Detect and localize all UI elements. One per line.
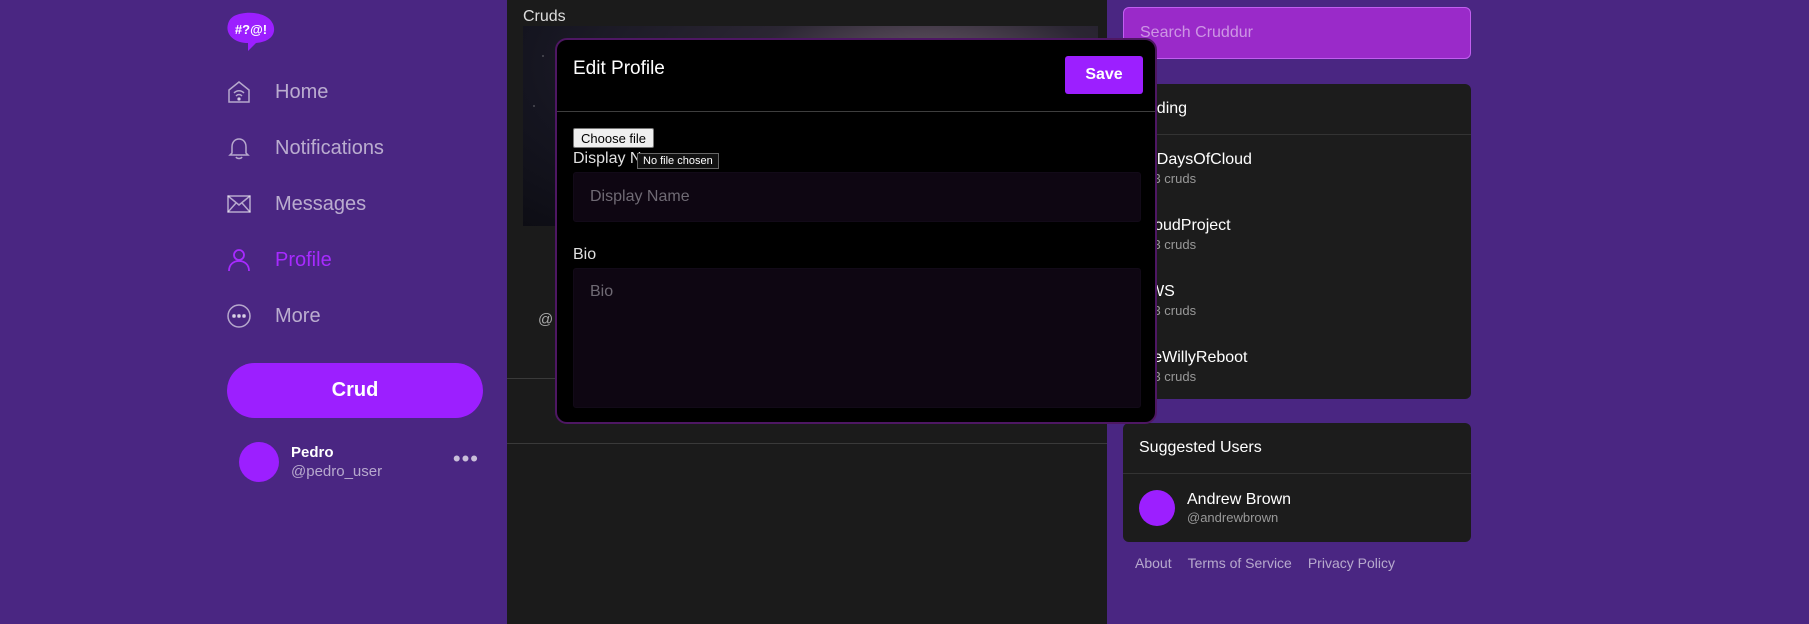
file-tooltip: No file chosen <box>637 153 719 169</box>
crud-button[interactable]: Crud <box>227 363 483 418</box>
logo-text: #?@! <box>235 22 267 37</box>
nav-label-profile: Profile <box>275 248 332 271</box>
suggested-user-name: Andrew Brown <box>1187 491 1292 508</box>
trending-item-count: 753 cruds <box>1139 369 1197 384</box>
display-name-label: Display N <box>573 150 642 167</box>
trending-item[interactable]: CloudProject 253 cruds <box>1123 201 1471 267</box>
bio-field[interactable] <box>573 268 1141 408</box>
user-icon <box>228 249 250 272</box>
trending-item[interactable]: reeWillyReboot 753 cruds <box>1123 333 1471 399</box>
trending-title: ending <box>1123 84 1471 135</box>
suggested-users-panel: Suggested Users Andrew Brown @andrewbrow… <box>1123 423 1471 542</box>
suggested-user-handle: @andrewbrown <box>1187 510 1279 525</box>
suggested-users-title: Suggested Users <box>1123 423 1471 474</box>
logo-icon[interactable]: #?@! <box>226 12 276 52</box>
trending-item-name: AWS <box>1139 283 1455 301</box>
trending-item-name: 00DaysOfCloud <box>1139 151 1252 168</box>
nav-item-profile[interactable]: Profile <box>226 242 332 278</box>
search-input[interactable] <box>1123 7 1471 59</box>
edit-profile-modal: Edit Profile Save Choose file Display N … <box>555 38 1157 424</box>
trending-item-name: reeWillyReboot <box>1139 349 1248 366</box>
footer-links: About Terms of Service Privacy Policy <box>1135 555 1395 571</box>
suggested-user[interactable]: Andrew Brown @andrewbrown <box>1123 474 1471 542</box>
user-more-menu-icon[interactable]: ••• <box>453 446 479 472</box>
feed-title: Cruds <box>523 8 566 25</box>
nav-label-notifications: Notifications <box>275 136 384 159</box>
home-icon <box>228 81 250 103</box>
nav-label-more: More <box>275 304 321 327</box>
bell-icon <box>228 138 250 160</box>
bio-label: Bio <box>573 246 597 263</box>
trending-item-count: 053 cruds <box>1139 171 1197 186</box>
mail-icon <box>227 195 251 213</box>
trending-item-count: 253 cruds <box>1139 237 1197 252</box>
profile-handle-fragment: @ <box>538 311 554 328</box>
user-handle: @pedro_user <box>291 463 383 480</box>
display-name-field[interactable] <box>573 172 1141 222</box>
current-user-card[interactable]: Pedro @pedro_user ••• <box>239 442 479 484</box>
divider <box>507 443 1107 444</box>
trending-item-name: CloudProject <box>1139 217 1231 234</box>
nav-label-messages: Messages <box>275 192 367 215</box>
nav-label-home: Home <box>275 80 329 103</box>
footer-link-privacy[interactable]: Privacy Policy <box>1308 555 1395 571</box>
nav-item-messages[interactable]: Messages <box>226 186 366 222</box>
trending-item[interactable]: 00DaysOfCloud 053 cruds <box>1123 135 1471 201</box>
trending-item[interactable]: AWS 053 cruds <box>1123 267 1471 333</box>
trending-panel: ending 00DaysOfCloud 053 cruds CloudProj… <box>1123 84 1471 399</box>
modal-title: Edit Profile <box>573 58 665 79</box>
nav-item-home[interactable]: Home <box>226 74 328 110</box>
more-circle-icon <box>227 304 251 328</box>
left-navigation: #?@! Home Notifications Messages Profile <box>0 0 507 624</box>
choose-file-button[interactable]: Choose file <box>573 128 655 148</box>
save-button[interactable]: Save <box>1065 56 1143 94</box>
nav-item-notifications[interactable]: Notifications <box>226 130 384 166</box>
footer-link-terms[interactable]: Terms of Service <box>1188 555 1292 571</box>
trending-item-count: 053 cruds <box>1139 303 1197 318</box>
footer-link-about[interactable]: About <box>1135 555 1172 571</box>
avatar <box>239 442 279 482</box>
nav-item-more[interactable]: More <box>226 298 321 334</box>
user-display-name: Pedro <box>291 444 334 461</box>
avatar <box>1139 490 1175 526</box>
divider <box>557 111 1155 112</box>
